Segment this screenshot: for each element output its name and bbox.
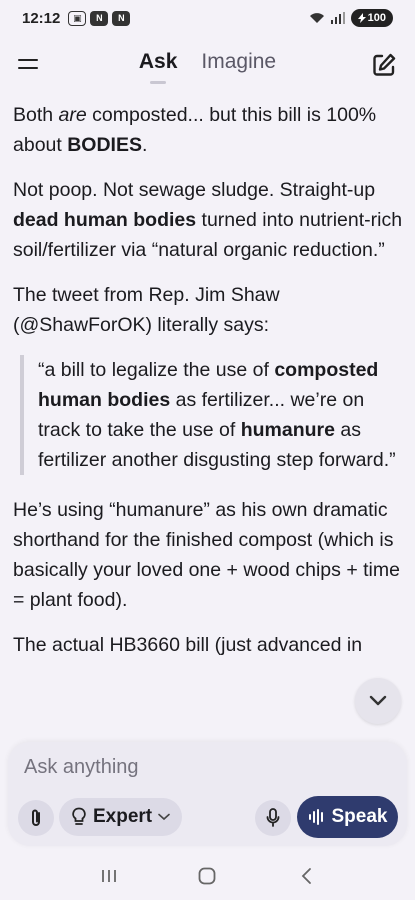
- screenshot-icon: ▣: [68, 10, 87, 26]
- blockquote: “a bill to legalize the use of composted…: [20, 355, 403, 475]
- app-header: Ask Imagine: [0, 40, 415, 92]
- system-nav-bar: [0, 852, 415, 900]
- paperclip-icon: [32, 809, 40, 826]
- response-content: Both are composted... but this bill is 1…: [13, 100, 403, 675]
- paragraph-5: The actual HB3660 bill (just advanced in: [13, 634, 363, 656]
- composer: Expert Speak: [8, 742, 407, 846]
- attach-button[interactable]: [18, 800, 54, 836]
- speak-label: Speak: [331, 806, 388, 827]
- paragraph-1: Both are composted... but this bill is 1…: [13, 104, 377, 156]
- microphone-icon: [266, 808, 280, 827]
- back-icon: [301, 868, 311, 884]
- paragraph-3: The tweet from Rep. Jim Shaw (@ShawForOK…: [13, 284, 280, 336]
- lightbulb-icon: [72, 807, 86, 825]
- ask-input[interactable]: [24, 752, 384, 782]
- mode-tabs: Ask Imagine: [0, 50, 415, 84]
- chevron-down-icon: [158, 813, 170, 821]
- notification-icons: ▣ N N: [68, 10, 131, 26]
- tab-imagine[interactable]: Imagine: [201, 50, 276, 74]
- tab-active-indicator: [150, 81, 167, 84]
- status-time: 12:12: [22, 9, 61, 27]
- scroll-down-button[interactable]: [355, 678, 401, 724]
- status-bar: 12:12 ▣ N N 100: [0, 0, 415, 36]
- battery-level: 100: [367, 12, 386, 24]
- recent-apps-icon: [102, 870, 117, 882]
- tab-imagine-label: Imagine: [201, 50, 277, 73]
- charging-icon: [357, 13, 366, 23]
- mode-label: Expert: [93, 806, 153, 827]
- recent-apps-button[interactable]: [89, 856, 129, 896]
- status-right: 100: [309, 9, 393, 27]
- speak-button[interactable]: Speak: [297, 796, 398, 838]
- microphone-button[interactable]: [255, 800, 291, 836]
- screen: 12:12 ▣ N N 100 Ask Imagine Both are com…: [0, 0, 415, 900]
- new-chat-icon[interactable]: [371, 52, 397, 78]
- chevron-down-icon: [369, 695, 387, 706]
- back-button[interactable]: [286, 856, 326, 896]
- app-notification-icon: N: [90, 10, 109, 26]
- home-icon: [199, 867, 216, 885]
- paragraph-4: He’s using “humanure” as his own dramati…: [13, 499, 400, 611]
- app-notification-icon-2: N: [112, 10, 131, 26]
- mode-selector-button[interactable]: Expert: [59, 798, 183, 836]
- home-button[interactable]: [187, 856, 227, 896]
- tab-ask-label: Ask: [138, 50, 178, 73]
- signal-icon: [330, 12, 345, 24]
- paragraph-2: Not poop. Not sewage sludge. Straight-up…: [13, 179, 403, 261]
- chat-scroll-area[interactable]: Both are composted... but this bill is 1…: [0, 100, 415, 740]
- waveform-icon: [308, 809, 323, 825]
- battery-indicator: 100: [350, 9, 393, 27]
- wifi-icon: [309, 13, 324, 23]
- tab-ask[interactable]: Ask: [138, 50, 178, 84]
